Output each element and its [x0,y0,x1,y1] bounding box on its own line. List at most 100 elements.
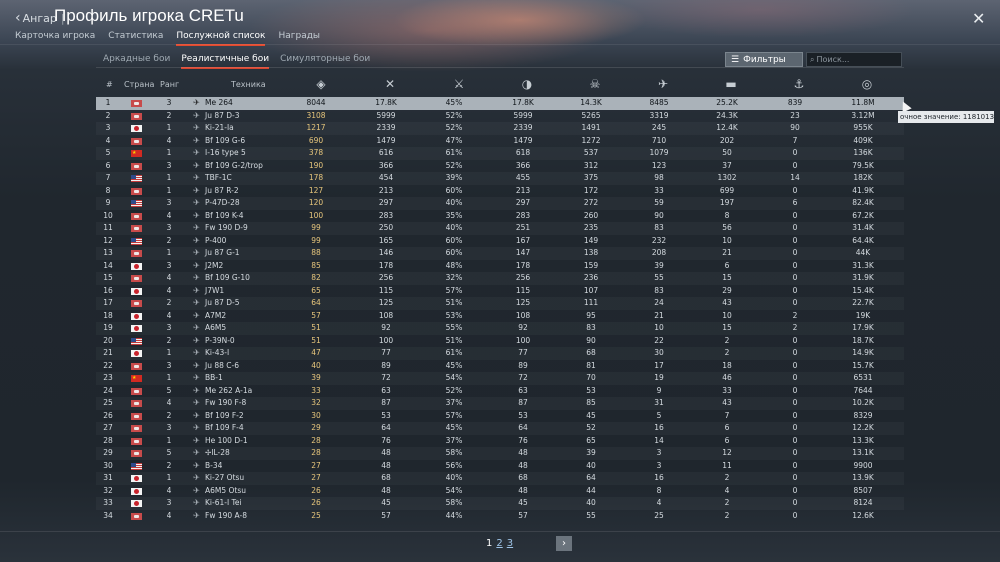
stat-value: 40% [445,198,463,207]
vehicle-name: I-16 type 5 [205,148,246,157]
stat-value: 54% [445,373,463,382]
deaths-icon[interactable]: ☠ [585,74,605,94]
stat-value: 90 [790,123,800,132]
table-row[interactable]: 4 4 ✈ Bf 109 G-6 690 1479 47% 1479 1272 710 202 7 40… [96,135,904,148]
table-row[interactable]: 23 1 ✈ BB-1 39 72 54% 72 70 19 46 0 6531 [96,372,904,385]
table-row[interactable]: 19 3 ✈ A6M5 51 92 55% 92 83 10 15 2 17.9K [96,322,904,335]
table-row[interactable]: 29 5 ✈ ✢IL-28 28 48 58% 48 39 3 12 0 13.1K [96,447,904,460]
stat-value: 17.9K [852,323,874,332]
stat-value: 21 [654,310,664,320]
stat-value: 8124 [853,498,873,507]
aircraft-icon: ✈ [193,373,200,382]
table-row[interactable]: 21 1 ✈ Ki-43-I 47 77 61% 77 68 30 2 0 14.9K [96,347,904,360]
header-country[interactable]: Страна [124,80,154,89]
table-row[interactable]: 20 2 ✈ P-39N-0 51 100 51% 100 90 22 2 0 18.7K [96,335,904,348]
vehicle-name: He 100 D-1 [205,435,248,445]
table-row[interactable]: 14 3 ✈ J2M2 85 178 48% 178 159 39 6 0 31.3K [96,260,904,273]
table-row[interactable]: 8 1 ✈ Ju 87 R-2 127 213 60% 213 172 33 699 0 41.9K [96,185,904,198]
table-row[interactable]: 34 4 ✈ Fw 190 A-8 25 57 44% 57 55 25 2 0 12.6K [96,510,904,523]
table-body: 1 3 ✈ Me 264 8044 17.8K 45% 17.8K 14.3K 8485 25.2K… [96,97,904,522]
stat-value: 0 [792,298,798,307]
table-row[interactable]: 7 1 ✈ TBF-1C 178 454 39% 455 375 98 1302 14 182K [96,172,904,185]
table-header: # Страна Ранг Техника ◈ ✕ ⚔ ◑ ☠ ✈ ▬ ⚓ ◎ [96,72,904,97]
stat-value: 0 [792,335,798,345]
row-index: 27 [103,423,113,432]
score-value: 82 [311,273,321,282]
vehicle-name: Ki-21-Ia [205,123,234,132]
close-icon[interactable]: ✕ [972,9,985,28]
stat-value: 48 [381,448,391,457]
table-row[interactable]: 28 1 ✈ He 100 D-1 28 76 37% 76 65 14 6 0 13.3K [96,435,904,448]
vehicle-name: B-34 [205,460,223,470]
search-placeholder: Поиск... [816,55,850,64]
table-row[interactable]: 1 3 ✈ Me 264 8044 17.8K 45% 17.8K 14.3K 8485 25.2K… [96,97,904,110]
table-row[interactable]: 26 2 ✈ Bf 109 F-2 30 53 57% 53 45 5 7 0 8329 [96,410,904,423]
score-icon[interactable]: ◈ [311,74,331,94]
table-row[interactable]: 33 3 ✈ Ki-61-I Tei 26 45 58% 45 40 4 2 0 8124 [96,497,904,510]
table-row[interactable]: 10 4 ✈ Bf 109 K-4 100 283 35% 283 260 90 8 0 67.2K [96,210,904,223]
table-row[interactable]: 16 4 ✈ J7W1 65 115 57% 115 107 83 29 0 15.4K [96,285,904,298]
header-vehicle[interactable]: Техника [231,80,266,89]
vehicle-name: A6M5 Otsu [205,485,247,495]
country-flag-gb-icon [131,387,142,395]
table-row[interactable]: 5 1 ✈ I-16 type 5 378 616 61% 618 537 1079 50 0 136K [96,147,904,160]
header-rank[interactable]: Ранг [160,80,179,89]
stat-value: 45 [518,498,528,507]
battles-icon[interactable]: ✕ [380,74,400,94]
stat-value: 77 [381,348,391,357]
air-kills-icon[interactable]: ✈ [653,74,673,94]
next-page-button[interactable]: › [556,536,572,551]
naval-kills-icon[interactable]: ⚓ [789,74,809,94]
stat-value: 45% [445,360,463,370]
stat-value: 312 [583,160,599,170]
stat-value: 6531 [853,373,873,382]
table-row[interactable]: 32 4 ✈ A6M5 Otsu 26 48 54% 48 44 8 4 0 8507 [96,485,904,498]
table-row[interactable]: 25 4 ✈ Fw 190 F-8 32 87 37% 87 85 31 43 0 10.2K [96,397,904,410]
ground-kills-icon[interactable]: ▬ [721,74,741,94]
table-row[interactable]: 13 1 ✈ Ju 87 G-1 88 146 60% 147 138 208 21 0 44K [96,247,904,260]
vehicle-name: A7M2 [205,310,227,320]
search-input[interactable]: ⌕ Поиск... [806,52,902,67]
table-row[interactable]: 6 3 ✈ Bf 109 G-2/trop 190 366 52% 366 312 123 37 0 7… [96,160,904,173]
stat-value: 4 [656,498,662,507]
table-row[interactable]: 27 3 ✈ Bf 109 F-4 29 64 45% 64 52 16 6 0 12.2K [96,422,904,435]
stat-value: 31.9K [852,273,874,282]
score-value: 8044 [306,98,326,107]
table-row[interactable]: 18 4 ✈ A7M2 57 108 53% 108 95 21 10 2 19K [96,310,904,323]
table-row[interactable]: 12 2 ✈ P-400 99 165 60% 167 149 232 10 0 64.4K [96,235,904,248]
stat-value: 85 [586,398,596,407]
row-index: 21 [103,348,113,357]
vehicle-name: BB-1 [205,373,223,382]
table-row[interactable]: 9 3 ✈ P-47D-28 120 297 40% 297 272 59 197 6 82.4K [96,197,904,210]
table-row[interactable]: 24 5 ✈ Me 262 A-1a 33 63 52% 63 53 9 33 0 7644 [96,385,904,398]
table-row[interactable]: 15 4 ✈ Bf 109 G-10 82 256 32% 256 236 55 15 0 31.9K [96,272,904,285]
table-row[interactable]: 17 2 ✈ Ju 87 D-5 64 125 51% 125 111 24 43 0 22.7K [96,297,904,310]
vehicle-name: P-39N-0 [205,335,235,345]
table-row[interactable]: 3 1 ✈ Ki-21-Ia 1217 2339 52% 2339 1491 245 12.4K 90… [96,122,904,135]
table-row[interactable]: 2 2 ✈ Ju 87 D-3 3108 5999 52% 5999 5265 3319 24.3K… [96,110,904,123]
stat-value: 0 [792,485,798,495]
table-row[interactable]: 31 1 ✈ Ki-27 Otsu 27 68 40% 68 64 16 2 0 13.9K [96,472,904,485]
respawns-icon[interactable]: ◑ [517,74,537,94]
stat-value: 31 [654,398,664,407]
stat-value: 47% [445,135,463,145]
page-3[interactable]: 3 [507,538,513,549]
aircraft-icon: ✈ [193,460,200,470]
stat-value: 45 [586,410,596,420]
table-row[interactable]: 30 2 ✈ B-34 27 48 56% 48 40 3 11 0 9900 [96,460,904,473]
table-row[interactable]: 22 3 ✈ Ju 88 C-6 40 89 45% 89 81 17 18 0 15.7K [96,360,904,373]
page-1[interactable]: 1 [486,538,492,549]
page-2[interactable]: 2 [496,538,502,549]
row-index: 16 [103,285,113,295]
stat-value: 5265 [581,110,601,120]
score-value: 690 [308,135,324,145]
victories-percent-icon[interactable]: ⚔ [449,74,469,94]
experience-icon[interactable]: ◎ [857,74,877,94]
stat-value: 15 [722,273,732,282]
filters-button[interactable]: ☰ Фильтры [725,52,803,67]
table-row[interactable]: 11 3 ✈ Fw 190 D-9 99 250 40% 251 235 83 56 0 31.4K [96,222,904,235]
stat-value: 3.12M [851,110,875,120]
header-index[interactable]: # [106,80,113,89]
stat-value: 61% [445,148,463,157]
stat-value: 147 [515,248,531,257]
